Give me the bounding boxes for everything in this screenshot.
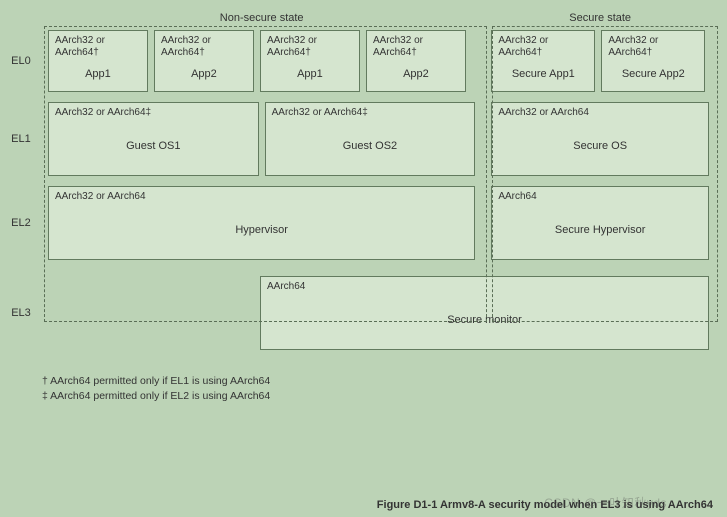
arch-label: AArch32 or AArch64† bbox=[267, 35, 353, 59]
el1-label: EL1 bbox=[0, 102, 42, 176]
box-label: App1 bbox=[267, 59, 353, 85]
arch-label: AArch32 or AArch64‡ bbox=[272, 107, 469, 119]
el3-label: EL3 bbox=[0, 276, 42, 350]
el0-s-app2: AArch32 or AArch64† Secure App2 bbox=[601, 30, 705, 92]
el0-ns-app2-a: AArch32 or AArch64† App2 bbox=[154, 30, 254, 92]
el3-row: EL3 AArch64 Secure monitor bbox=[0, 276, 715, 350]
box-label: Secure App2 bbox=[608, 59, 698, 85]
el2-row: EL2 AArch32 or AArch64 Hypervisor AArch6… bbox=[0, 186, 715, 260]
el2-secure-hypervisor: AArch64 Secure Hypervisor bbox=[491, 186, 709, 260]
el0-ns-app1-a: AArch32 or AArch64† App1 bbox=[48, 30, 148, 92]
armv8a-security-diagram: Non-secure state Secure state EL0 AArch3… bbox=[0, 8, 715, 403]
arch-label: AArch32 or AArch64† bbox=[373, 35, 459, 59]
el0-secure: AArch32 or AArch64† Secure App1 AArch32 … bbox=[485, 30, 715, 92]
el2-nonsecure: AArch32 or AArch64 Hypervisor bbox=[42, 186, 481, 260]
arch-label: AArch32 or AArch64† bbox=[498, 35, 588, 59]
el1-nonsecure: AArch32 or AArch64‡ Guest OS1 AArch32 or… bbox=[42, 102, 481, 176]
figure-caption: Figure D1-1 Armv8-A security model when … bbox=[377, 499, 713, 511]
box-label: Guest OS2 bbox=[272, 119, 469, 169]
box-label: Secure App1 bbox=[498, 59, 588, 85]
box-label: Guest OS1 bbox=[55, 119, 252, 169]
arch-label: AArch64 bbox=[267, 281, 702, 293]
el3-secure-monitor: AArch64 Secure monitor bbox=[260, 276, 709, 350]
nonsecure-state-header: Non-secure state bbox=[42, 8, 481, 26]
footnote-dagger: † AArch64 permitted only if EL1 is using… bbox=[42, 374, 715, 389]
el2-hypervisor: AArch32 or AArch64 Hypervisor bbox=[48, 186, 475, 260]
secure-state-header: Secure state bbox=[485, 8, 715, 26]
arch-label: AArch32 or AArch64 bbox=[498, 107, 702, 119]
arch-label: AArch32 or AArch64 bbox=[55, 191, 468, 203]
el0-nonsecure: AArch32 or AArch64† App1 AArch32 or AArc… bbox=[42, 30, 481, 92]
el1-secure: AArch32 or AArch64 Secure OS bbox=[485, 102, 715, 176]
footnote-ddagger: ‡ AArch64 permitted only if EL2 is using… bbox=[42, 389, 715, 404]
arch-label: AArch32 or AArch64† bbox=[55, 35, 141, 59]
arch-label: AArch64 bbox=[498, 191, 702, 203]
el3-spacer bbox=[42, 276, 260, 350]
el0-row: EL0 AArch32 or AArch64† App1 AArch32 or … bbox=[0, 30, 715, 92]
el1-guest-os2: AArch32 or AArch64‡ Guest OS2 bbox=[265, 102, 476, 176]
arch-label: AArch32 or AArch64† bbox=[161, 35, 247, 59]
box-label: App1 bbox=[55, 59, 141, 85]
el0-ns-app2-b: AArch32 or AArch64† App2 bbox=[366, 30, 466, 92]
el0-label: EL0 bbox=[0, 30, 42, 92]
box-label: Hypervisor bbox=[55, 203, 468, 253]
box-label: Secure monitor bbox=[267, 293, 702, 343]
el1-row: EL1 AArch32 or AArch64‡ Guest OS1 AArch3… bbox=[0, 102, 715, 176]
el0-ns-app1-b: AArch32 or AArch64† App1 bbox=[260, 30, 360, 92]
box-label: Secure Hypervisor bbox=[498, 203, 702, 253]
box-label: App2 bbox=[373, 59, 459, 85]
el0-s-app1: AArch32 or AArch64† Secure App1 bbox=[491, 30, 595, 92]
el1-guest-os1: AArch32 or AArch64‡ Guest OS1 bbox=[48, 102, 259, 176]
el1-secure-os: AArch32 or AArch64 Secure OS bbox=[491, 102, 709, 176]
el2-secure: AArch64 Secure Hypervisor bbox=[485, 186, 715, 260]
el2-label: EL2 bbox=[0, 186, 42, 260]
arch-label: AArch32 or AArch64† bbox=[608, 35, 698, 59]
state-headers: Non-secure state Secure state bbox=[42, 8, 715, 26]
box-label: App2 bbox=[161, 59, 247, 85]
box-label: Secure OS bbox=[498, 119, 702, 169]
arch-label: AArch32 or AArch64‡ bbox=[55, 107, 252, 119]
footnotes: † AArch64 permitted only if EL1 is using… bbox=[42, 374, 715, 403]
